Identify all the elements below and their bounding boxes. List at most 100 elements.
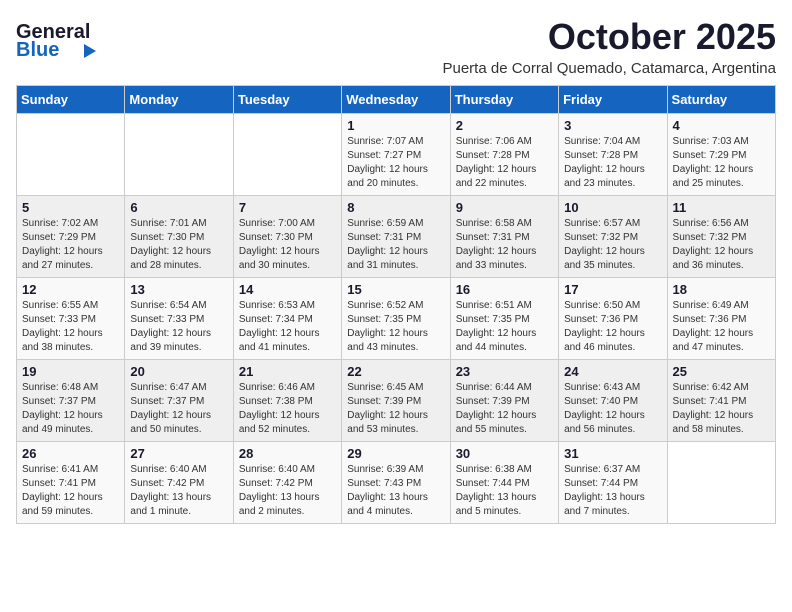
day-number: 25	[673, 364, 770, 379]
day-info: Sunrise: 6:49 AMSunset: 7:36 PMDaylight:…	[673, 299, 770, 355]
day-number: 20	[130, 364, 227, 379]
day-info: Sunrise: 7:01 AMSunset: 7:30 PMDaylight:…	[130, 217, 227, 273]
day-info: Sunrise: 6:47 AMSunset: 7:37 PMDaylight:…	[130, 381, 227, 437]
day-of-week-thursday: Thursday	[450, 86, 558, 114]
calendar-cell: 27 Sunrise: 6:40 AMSunset: 7:42 PMDayligh…	[125, 442, 233, 524]
calendar-cell: 15 Sunrise: 6:52 AMSunset: 7:35 PMDayligh…	[342, 278, 450, 360]
calendar-cell: 9 Sunrise: 6:58 AMSunset: 7:31 PMDaylight…	[450, 196, 558, 278]
day-info: Sunrise: 6:40 AMSunset: 7:42 PMDaylight:…	[130, 463, 227, 519]
calendar-cell: 26 Sunrise: 6:41 AMSunset: 7:41 PMDayligh…	[17, 442, 125, 524]
day-number: 2	[456, 118, 553, 133]
day-info: Sunrise: 7:06 AMSunset: 7:28 PMDaylight:…	[456, 135, 553, 191]
day-number: 17	[564, 282, 661, 297]
day-info: Sunrise: 6:40 AMSunset: 7:42 PMDaylight:…	[239, 463, 336, 519]
calendar-cell: 17 Sunrise: 6:50 AMSunset: 7:36 PMDayligh…	[559, 278, 667, 360]
day-of-week-monday: Monday	[125, 86, 233, 114]
day-number: 16	[456, 282, 553, 297]
day-number: 23	[456, 364, 553, 379]
day-number: 3	[564, 118, 661, 133]
day-info: Sunrise: 7:03 AMSunset: 7:29 PMDaylight:…	[673, 135, 770, 191]
day-info: Sunrise: 6:42 AMSunset: 7:41 PMDaylight:…	[673, 381, 770, 437]
day-number: 24	[564, 364, 661, 379]
calendar-table: SundayMondayTuesdayWednesdayThursdayFrid…	[16, 85, 776, 524]
day-number: 11	[673, 200, 770, 215]
calendar-cell: 20 Sunrise: 6:47 AMSunset: 7:37 PMDayligh…	[125, 360, 233, 442]
page-header: General Blue October 2025 Puerta de Corr…	[16, 16, 776, 77]
day-info: Sunrise: 6:45 AMSunset: 7:39 PMDaylight:…	[347, 381, 444, 437]
calendar-cell: 30 Sunrise: 6:38 AMSunset: 7:44 PMDayligh…	[450, 442, 558, 524]
month-title: October 2025	[442, 16, 776, 58]
calendar-body: 1Sunrise: 7:07 AMSunset: 7:27 PMDaylight…	[17, 114, 776, 524]
day-number: 12	[22, 282, 119, 297]
day-info: Sunrise: 6:38 AMSunset: 7:44 PMDaylight:…	[456, 463, 553, 519]
calendar-cell: 16 Sunrise: 6:51 AMSunset: 7:35 PMDayligh…	[450, 278, 558, 360]
calendar-week-row: 12 Sunrise: 6:55 AMSunset: 7:33 PMDayligh…	[17, 278, 776, 360]
calendar-cell: 7 Sunrise: 7:00 AMSunset: 7:30 PMDaylight…	[233, 196, 341, 278]
calendar-week-row: 19Sunrise: 6:48 AMSunset: 7:37 PMDayligh…	[17, 360, 776, 442]
day-of-week-sunday: Sunday	[17, 86, 125, 114]
calendar-cell	[17, 114, 125, 196]
day-number: 4	[673, 118, 770, 133]
day-info: Sunrise: 6:50 AMSunset: 7:36 PMDaylight:…	[564, 299, 661, 355]
calendar-week-row: 26 Sunrise: 6:41 AMSunset: 7:41 PMDayligh…	[17, 442, 776, 524]
day-number: 27	[130, 446, 227, 461]
calendar-cell: 25 Sunrise: 6:42 AMSunset: 7:41 PMDayligh…	[667, 360, 775, 442]
day-info: Sunrise: 7:02 AMSunset: 7:29 PMDaylight:…	[22, 217, 119, 273]
calendar-cell: 28 Sunrise: 6:40 AMSunset: 7:42 PMDayligh…	[233, 442, 341, 524]
calendar-cell	[667, 442, 775, 524]
day-number: 29	[347, 446, 444, 461]
day-number: 13	[130, 282, 227, 297]
day-info: Sunrise: 6:59 AMSunset: 7:31 PMDaylight:…	[347, 217, 444, 273]
calendar-cell: 31Sunrise: 6:37 AMSunset: 7:44 PMDayligh…	[559, 442, 667, 524]
calendar-cell: 14Sunrise: 6:53 AMSunset: 7:34 PMDayligh…	[233, 278, 341, 360]
day-info: Sunrise: 6:51 AMSunset: 7:35 PMDaylight:…	[456, 299, 553, 355]
calendar-cell: 10Sunrise: 6:57 AMSunset: 7:32 PMDayligh…	[559, 196, 667, 278]
day-info: Sunrise: 6:44 AMSunset: 7:39 PMDaylight:…	[456, 381, 553, 437]
day-number: 28	[239, 446, 336, 461]
calendar-cell: 2 Sunrise: 7:06 AMSunset: 7:28 PMDaylight…	[450, 114, 558, 196]
title-section: October 2025 Puerta de Corral Quemado, C…	[442, 16, 776, 77]
day-number: 30	[456, 446, 553, 461]
day-number: 5	[22, 200, 119, 215]
day-number: 21	[239, 364, 336, 379]
calendar-cell: 5 Sunrise: 7:02 AMSunset: 7:29 PMDaylight…	[17, 196, 125, 278]
calendar-week-row: 1Sunrise: 7:07 AMSunset: 7:27 PMDaylight…	[17, 114, 776, 196]
day-of-week-friday: Friday	[559, 86, 667, 114]
calendar-cell: 24 Sunrise: 6:43 AMSunset: 7:40 PMDayligh…	[559, 360, 667, 442]
day-number: 26	[22, 446, 119, 461]
calendar-cell: 18Sunrise: 6:49 AMSunset: 7:36 PMDayligh…	[667, 278, 775, 360]
day-number: 7	[239, 200, 336, 215]
day-number: 9	[456, 200, 553, 215]
day-info: Sunrise: 6:58 AMSunset: 7:31 PMDaylight:…	[456, 217, 553, 273]
day-info: Sunrise: 6:43 AMSunset: 7:40 PMDaylight:…	[564, 381, 661, 437]
day-info: Sunrise: 6:41 AMSunset: 7:41 PMDaylight:…	[22, 463, 119, 519]
calendar-cell: 11Sunrise: 6:56 AMSunset: 7:32 PMDayligh…	[667, 196, 775, 278]
days-of-week-row: SundayMondayTuesdayWednesdayThursdayFrid…	[17, 86, 776, 114]
calendar-cell: 22Sunrise: 6:45 AMSunset: 7:39 PMDayligh…	[342, 360, 450, 442]
calendar-week-row: 5 Sunrise: 7:02 AMSunset: 7:29 PMDaylight…	[17, 196, 776, 278]
day-number: 8	[347, 200, 444, 215]
calendar-cell: 21 Sunrise: 6:46 AMSunset: 7:38 PMDayligh…	[233, 360, 341, 442]
day-info: Sunrise: 6:37 AMSunset: 7:44 PMDaylight:…	[564, 463, 661, 519]
day-info: Sunrise: 6:46 AMSunset: 7:38 PMDaylight:…	[239, 381, 336, 437]
calendar-cell: 19Sunrise: 6:48 AMSunset: 7:37 PMDayligh…	[17, 360, 125, 442]
calendar-cell: 3Sunrise: 7:04 AMSunset: 7:28 PMDaylight…	[559, 114, 667, 196]
logo: General Blue	[16, 16, 101, 61]
day-of-week-wednesday: Wednesday	[342, 86, 450, 114]
day-number: 14	[239, 282, 336, 297]
calendar-cell	[125, 114, 233, 196]
calendar-cell: 6Sunrise: 7:01 AMSunset: 7:30 PMDaylight…	[125, 196, 233, 278]
calendar-cell: 23 Sunrise: 6:44 AMSunset: 7:39 PMDayligh…	[450, 360, 558, 442]
day-info: Sunrise: 6:52 AMSunset: 7:35 PMDaylight:…	[347, 299, 444, 355]
day-info: Sunrise: 6:54 AMSunset: 7:33 PMDaylight:…	[130, 299, 227, 355]
day-info: Sunrise: 6:57 AMSunset: 7:32 PMDaylight:…	[564, 217, 661, 273]
day-of-week-tuesday: Tuesday	[233, 86, 341, 114]
location-subtitle: Puerta de Corral Quemado, Catamarca, Arg…	[442, 60, 776, 77]
day-info: Sunrise: 6:55 AMSunset: 7:33 PMDaylight:…	[22, 299, 119, 355]
calendar-cell	[233, 114, 341, 196]
calendar-cell: 8 Sunrise: 6:59 AMSunset: 7:31 PMDaylight…	[342, 196, 450, 278]
day-info: Sunrise: 7:00 AMSunset: 7:30 PMDaylight:…	[239, 217, 336, 273]
day-info: Sunrise: 6:39 AMSunset: 7:43 PMDaylight:…	[347, 463, 444, 519]
day-number: 15	[347, 282, 444, 297]
day-info: Sunrise: 7:07 AMSunset: 7:27 PMDaylight:…	[347, 135, 444, 191]
